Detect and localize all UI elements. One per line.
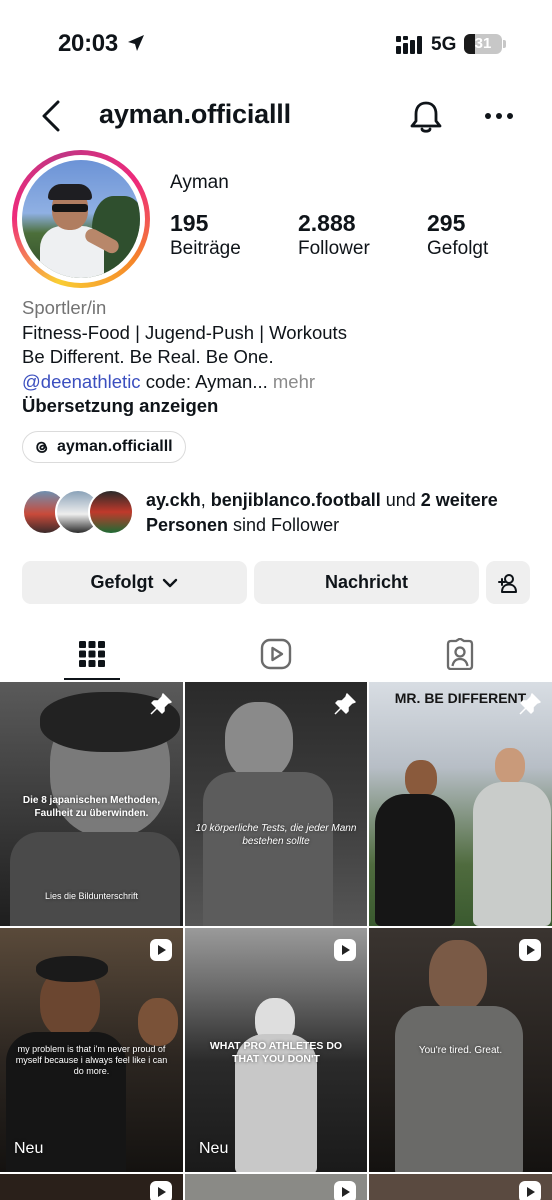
stat-followers[interactable]: 2.888 Follower xyxy=(298,210,370,262)
reels-icon xyxy=(260,638,292,670)
threads-handle: ayman.officialll xyxy=(57,438,173,455)
post-caption: 10 körperliche Tests, die jeder Mann bes… xyxy=(195,823,357,847)
reel-icon xyxy=(150,939,172,961)
mutual-followers-avatars[interactable] xyxy=(22,489,134,535)
grid-post[interactable]: my problem is that i'm never proud of my… xyxy=(0,928,183,1172)
grid-post[interactable]: WHAT PRO ATHLETES DO THAT YOU DON'T Neu xyxy=(185,928,367,1172)
post-caption: WHAT PRO ATHLETES DO THAT YOU DON'T xyxy=(209,1040,343,1065)
mutual-user-1: ay.ckh xyxy=(146,490,201,510)
reel-icon xyxy=(519,1181,541,1200)
stat-following[interactable]: 295 Gefolgt xyxy=(427,210,488,262)
stat-label: Follower xyxy=(298,238,370,259)
profile-bio: Sportler/in Fitness-Food | Jugend-Push |… xyxy=(22,296,532,419)
grid-post[interactable]: Die 8 japanischen Methoden, Faulheit zu … xyxy=(0,682,183,926)
tagged-icon xyxy=(446,638,474,670)
bio-mention-link[interactable]: @deenathletic xyxy=(22,371,141,392)
tab-posts-grid[interactable] xyxy=(72,634,112,674)
location-arrow-icon xyxy=(126,33,146,58)
bio-line: Fitness-Food | Jugend-Push | Workouts xyxy=(22,321,347,343)
bio-more-link[interactable]: mehr xyxy=(268,371,315,392)
profile-avatar[interactable] xyxy=(12,150,150,288)
mutual-user-2: benjiblanco.football xyxy=(210,490,381,510)
grid-post[interactable]: 10 körperliche Tests, die jeder Mann bes… xyxy=(185,682,367,926)
stat-value: 295 xyxy=(427,210,466,236)
following-label: Gefolgt xyxy=(90,572,154,592)
back-button[interactable] xyxy=(38,98,68,134)
message-button[interactable]: Nachricht xyxy=(254,561,479,604)
status-bar: 20:03 5G 31 xyxy=(0,0,552,90)
grid-post[interactable] xyxy=(0,1174,183,1200)
bell-icon xyxy=(410,101,442,133)
bio-line: @deenathletic code: Ayman... mehr xyxy=(22,370,532,395)
post-caption: my problem is that i'm never proud of my… xyxy=(15,1044,168,1076)
new-label: Neu xyxy=(14,1140,44,1157)
reel-icon xyxy=(150,1181,172,1200)
battery-level: 31 xyxy=(474,35,492,52)
notifications-button[interactable] xyxy=(407,98,445,141)
pin-icon xyxy=(519,693,541,715)
following-button[interactable]: Gefolgt xyxy=(22,561,247,604)
stat-value: 195 xyxy=(170,210,209,236)
threads-icon xyxy=(36,441,48,453)
grid-post[interactable] xyxy=(185,1174,367,1200)
mutual-followers-text[interactable]: ay.ckh, benjiblanco.football und 2 weite… xyxy=(146,488,541,538)
battery-icon: 31 xyxy=(464,34,506,54)
post-caption: You're tired. Great. xyxy=(418,1045,503,1056)
grid-post[interactable] xyxy=(369,1174,552,1200)
stat-value: 2.888 xyxy=(298,210,356,236)
bio-line: Be Different. Be Real. Be One. xyxy=(22,346,274,367)
new-label: Neu xyxy=(199,1140,229,1157)
reel-icon xyxy=(519,939,541,961)
reel-icon xyxy=(334,939,356,961)
separator-text: , xyxy=(200,490,211,510)
tab-tagged[interactable] xyxy=(440,634,480,674)
message-label: Nachricht xyxy=(324,572,409,592)
grid-post[interactable]: MR. BE DIFFERENT xyxy=(369,682,552,926)
avatar xyxy=(88,489,134,535)
add-person-icon xyxy=(498,573,517,593)
conjunction-text: und xyxy=(380,490,421,510)
post-caption: Die 8 japanischen Methoden, Faulheit zu … xyxy=(22,795,161,819)
post-footer-text: Lies die Bildunterschrift xyxy=(44,891,139,901)
profile-display-name: Ayman xyxy=(170,172,229,193)
bio-text: code: Ayman... xyxy=(140,370,268,392)
chevron-down-icon xyxy=(162,578,177,587)
threads-badge[interactable]: ayman.officialll xyxy=(22,431,186,463)
stat-posts[interactable]: 195 Beiträge xyxy=(170,210,241,262)
pin-icon xyxy=(334,693,356,715)
translate-link[interactable]: Übersetzung anzeigen xyxy=(22,394,532,419)
reel-icon xyxy=(334,1181,356,1200)
suggest-people-button[interactable] xyxy=(486,561,530,604)
status-time: 20:03 xyxy=(58,30,118,57)
avatar-photo xyxy=(22,160,140,278)
network-type: 5G xyxy=(431,34,457,55)
more-horizontal-icon xyxy=(485,113,513,119)
chevron-left-icon xyxy=(42,100,60,132)
grid-icon xyxy=(79,641,105,667)
profile-category: Sportler/in xyxy=(22,297,107,318)
tab-reels[interactable] xyxy=(256,634,296,674)
profile-tabs xyxy=(0,626,552,682)
stat-label: Beiträge xyxy=(170,238,241,259)
header-username: ayman.officialll xyxy=(99,99,291,129)
grid-post[interactable]: You're tired. Great. xyxy=(369,928,552,1172)
cellular-signal-icon xyxy=(396,36,426,59)
posts-grid: Die 8 japanischen Methoden, Faulheit zu … xyxy=(0,682,552,1200)
more-options-button[interactable] xyxy=(483,102,515,135)
stat-label: Gefolgt xyxy=(427,238,489,259)
active-tab-indicator xyxy=(64,678,120,680)
pin-icon xyxy=(150,693,172,715)
followers-suffix-text: sind Follower xyxy=(228,515,340,535)
